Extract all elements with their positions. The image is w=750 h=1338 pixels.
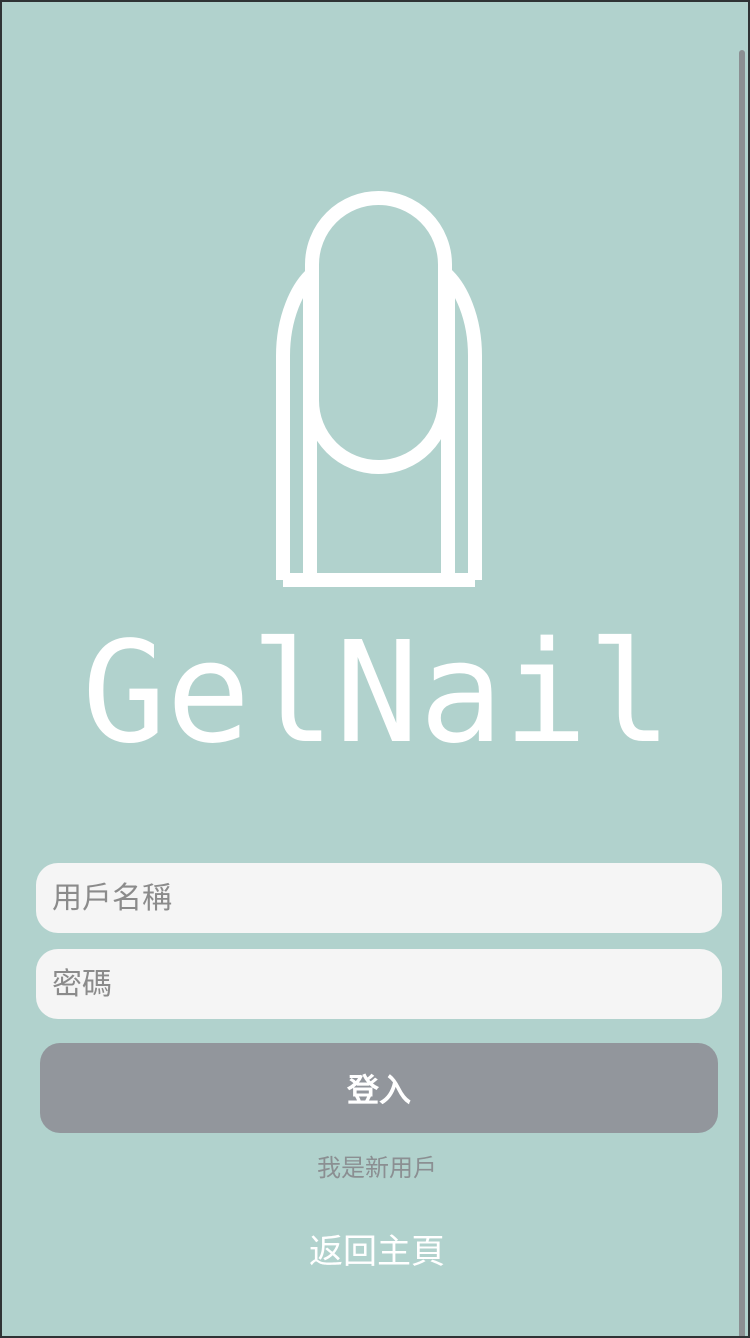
back-home-link[interactable]: 返回主頁 [2, 1228, 748, 1276]
new-user-link[interactable]: 我是新用戶 [2, 1150, 748, 1186]
brand-title: GelNail [81, 612, 672, 775]
username-input[interactable] [36, 863, 722, 933]
login-button[interactable]: 登入 [40, 1043, 718, 1133]
password-input[interactable] [36, 949, 722, 1019]
nail-icon [276, 191, 482, 587]
login-screen: GelNail 登入 我是新用戶 返回主頁 [0, 0, 750, 1338]
